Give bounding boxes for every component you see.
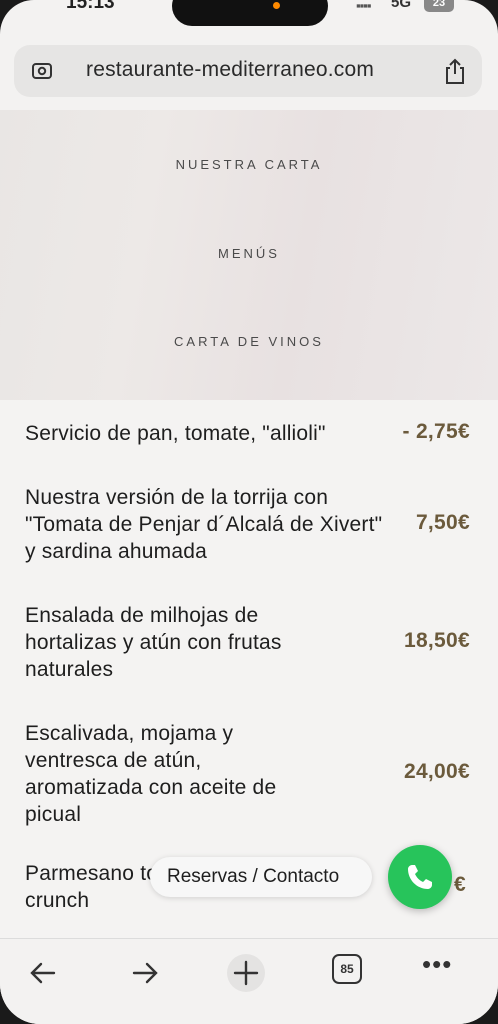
browser-toolbar: 85 ••• xyxy=(0,938,498,1024)
new-tab-plus-icon[interactable] xyxy=(226,953,266,993)
menu-item-price: 24,00€ xyxy=(403,760,470,783)
phone-screen: 15:13 ▪▪▪▪ 5G 23 restaurante-mediterrane… xyxy=(0,0,498,1024)
tabs-count-button[interactable]: 85 xyxy=(332,954,362,984)
page-settings-icon[interactable] xyxy=(30,59,54,83)
signal-icon: ▪▪▪▪ xyxy=(356,0,371,13)
more-menu-icon[interactable]: ••• xyxy=(422,949,452,980)
menu-item-name: Servicio de pan, tomate, "allioli" xyxy=(25,422,326,445)
nav-link-nuestra-carta[interactable]: NUESTRA CARTA xyxy=(0,157,498,172)
privacy-indicator-icon xyxy=(273,2,280,9)
menu-item-price: € xyxy=(454,873,466,896)
menu-item-name: Escalivada, mojama y ventresca de atún, … xyxy=(25,722,277,826)
network-type: 5G xyxy=(391,0,412,11)
reservas-contacto-button[interactable]: Reservas / Contacto xyxy=(150,857,372,897)
status-bar: 15:13 ▪▪▪▪ 5G 23 xyxy=(0,0,498,28)
nav-link-carta-de-vinos[interactable]: CARTA DE VINOS xyxy=(0,334,498,349)
menu-item-name: Ensalada de milhojas de hortalizas y atú… xyxy=(25,604,282,681)
reservas-label: Reservas / Contacto xyxy=(167,866,340,887)
menu-item-price: 7,50€ xyxy=(415,511,470,534)
back-arrow-icon[interactable] xyxy=(24,953,64,993)
site-navigation: NUESTRA CARTA MENÚS CARTA DE VINOS xyxy=(0,110,498,400)
url-text[interactable]: restaurante-mediterraneo.com xyxy=(86,58,374,82)
menu-item-name: Nuestra versión de la torrija con "Tomat… xyxy=(25,486,383,563)
nav-link-menus[interactable]: MENÚS xyxy=(0,246,498,261)
status-time: 15:13 xyxy=(66,0,115,13)
battery-icon: 23 xyxy=(424,0,454,12)
call-button[interactable] xyxy=(388,845,452,909)
address-bar[interactable]: restaurante-mediterraneo.com xyxy=(14,45,482,97)
phone-icon xyxy=(408,865,432,889)
menu-item-price: - 2,75€ xyxy=(402,420,470,443)
menu-item-price: 18,50€ xyxy=(403,629,470,652)
share-icon[interactable] xyxy=(442,57,468,85)
dynamic-island xyxy=(172,0,328,26)
forward-arrow-icon[interactable] xyxy=(124,953,164,993)
